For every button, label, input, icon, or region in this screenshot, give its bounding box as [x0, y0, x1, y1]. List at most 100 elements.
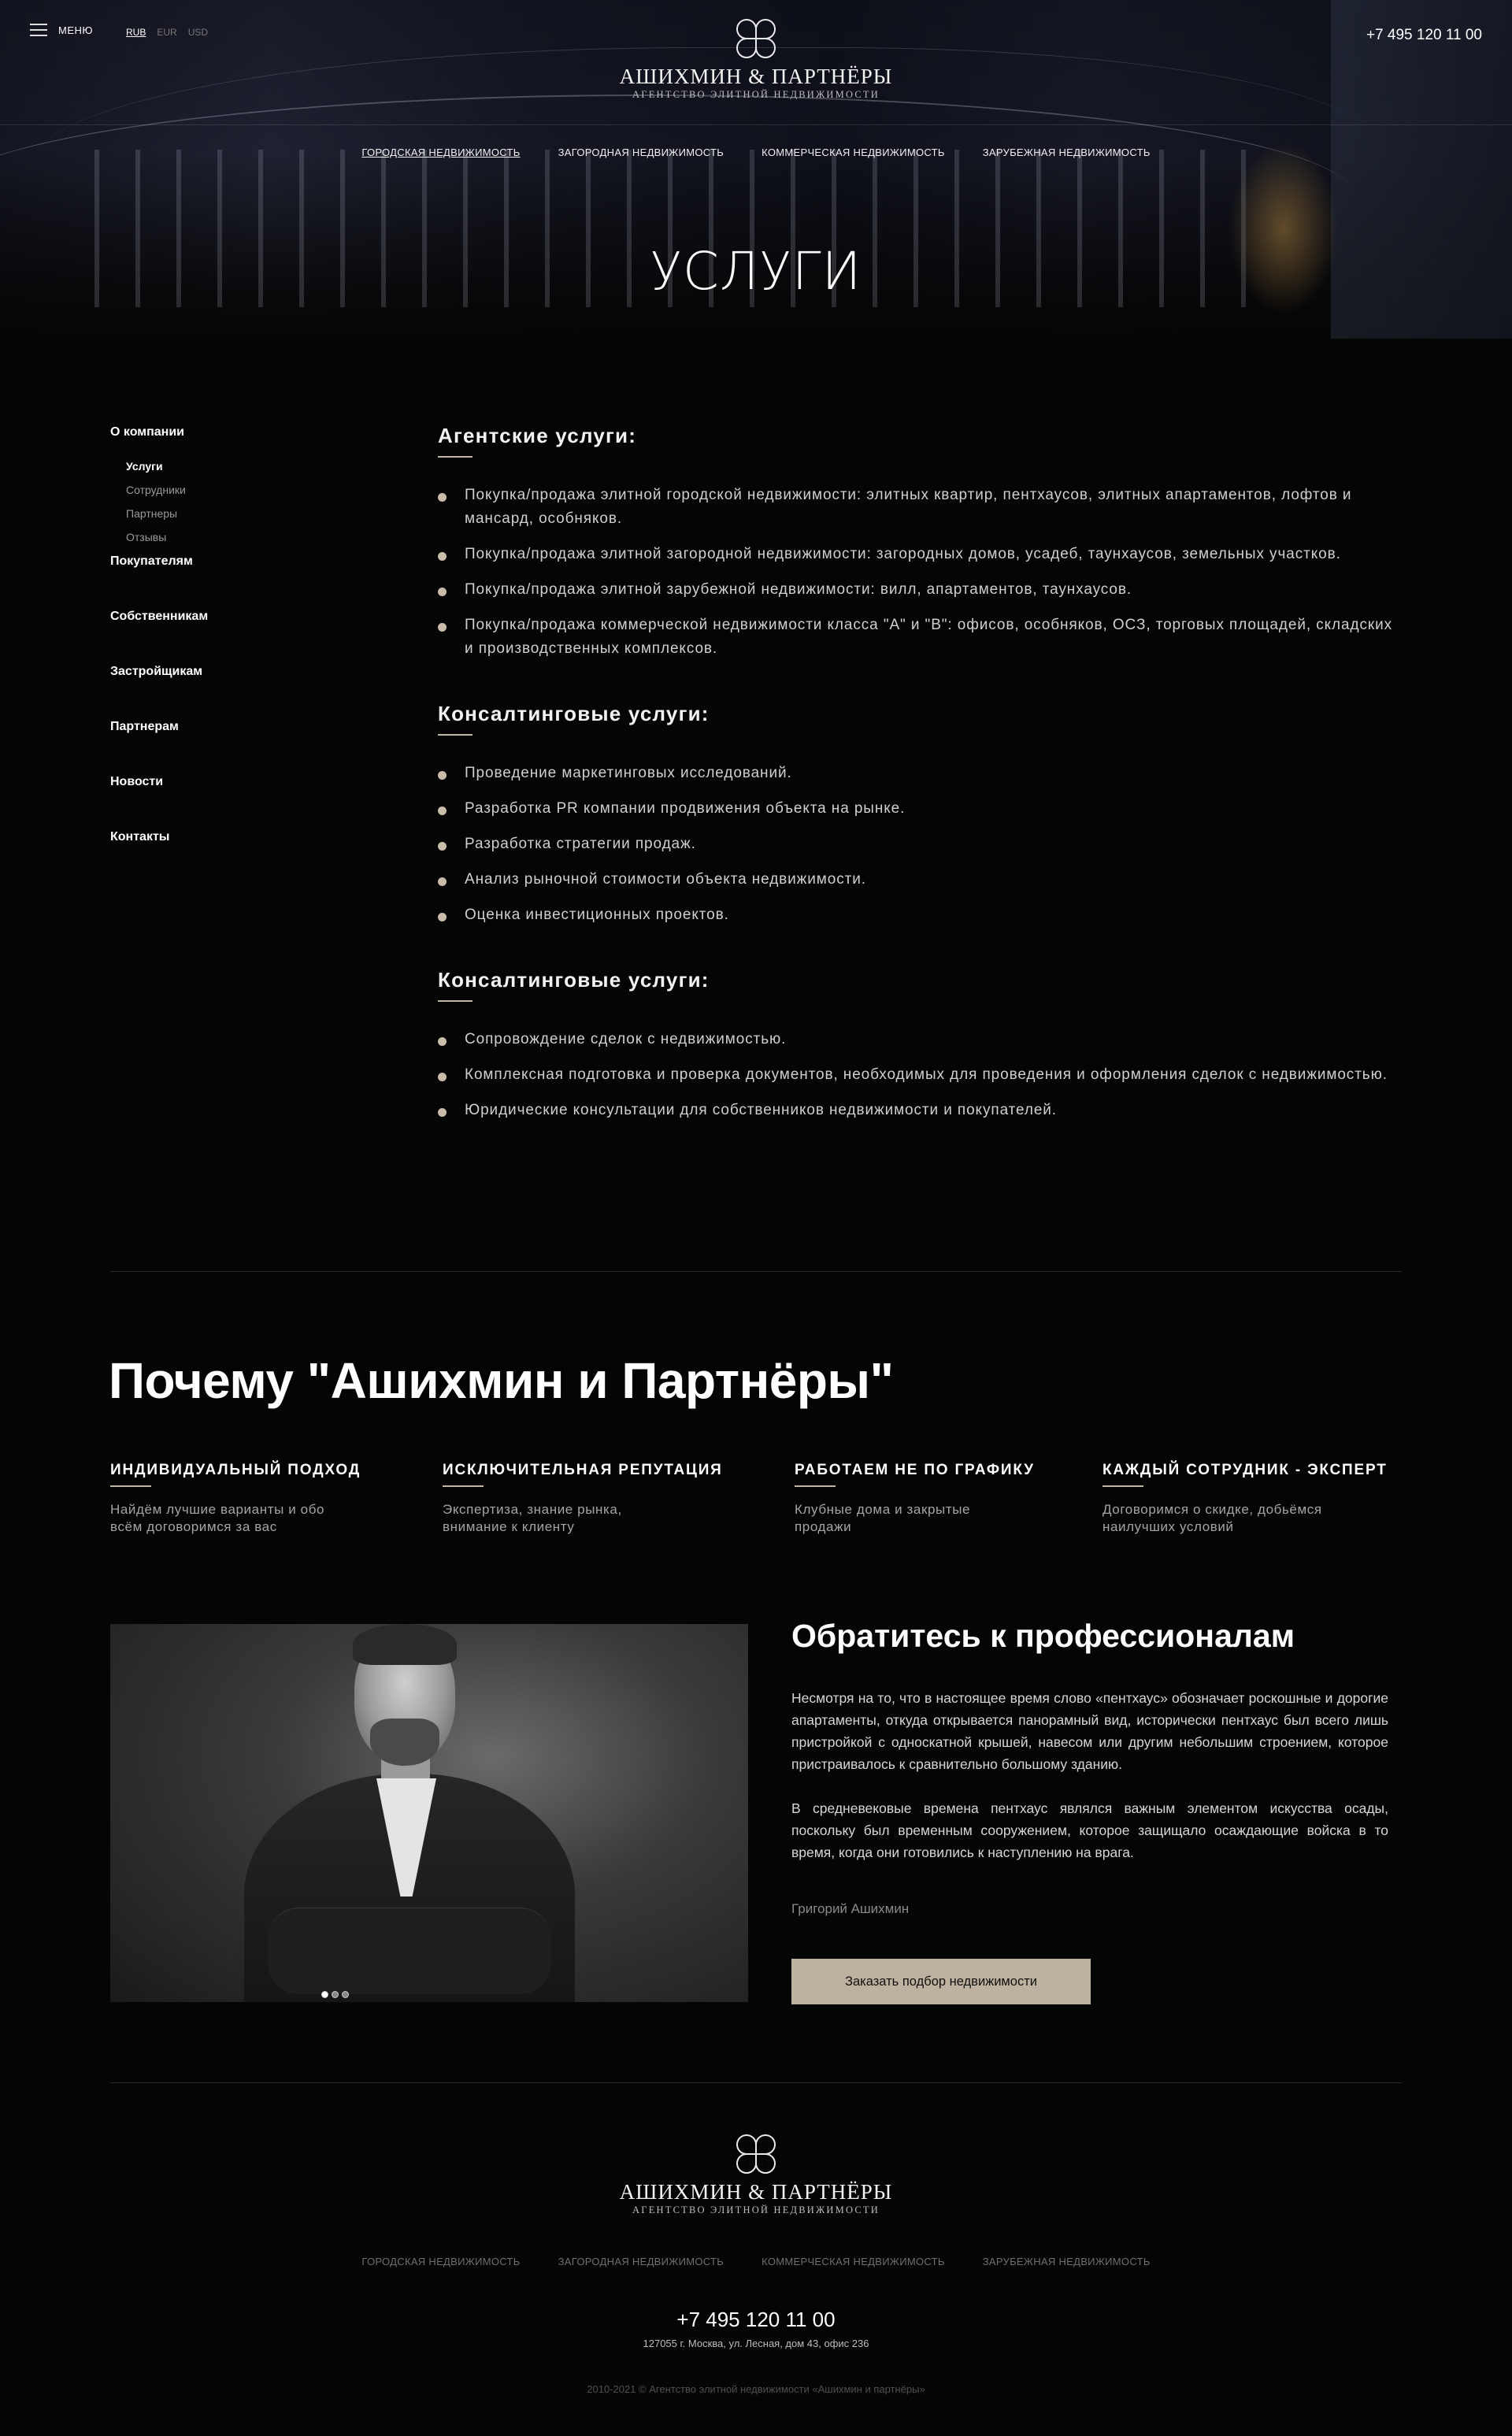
feature-description: Договоримся о скидке, добьёмся наилучших… — [1102, 1501, 1388, 1536]
footer-logo[interactable]: АШИХМИН & ПАРТНЁРЫ АГЕНТСТВО ЭЛИТНОЙ НЕД… — [598, 2133, 914, 2216]
feature-individual: ИНДИВИДУАЛЬНЫЙ ПОДХОД Найдём лучшие вари… — [110, 1462, 361, 1536]
services-list: Сопровождение сделок с недвижимостью. Ко… — [438, 1028, 1402, 1122]
footer-address: 127055 г. Москва, ул. Лесная, дом 43, оф… — [643, 2338, 869, 2349]
footer-nav-foreign-property[interactable]: ЗАРУБЕЖНАЯ НЕДВИЖИМОСТЬ — [983, 2256, 1151, 2267]
nav-city-property[interactable]: ГОРОДСКАЯ НЕДВИЖИМОСТЬ — [361, 146, 520, 158]
sidebar: О компании Услуги Сотрудники Партнеры От… — [110, 425, 346, 844]
footer-nav-country-property[interactable]: ЗАГОРОДНАЯ НЕДВИЖИМОСТЬ — [558, 2256, 724, 2267]
menu-label: МЕНЮ — [58, 24, 94, 36]
list-item: Покупка/продажа коммерческой недвижимост… — [438, 614, 1402, 661]
sidebar-item-news[interactable]: Новости — [110, 775, 346, 789]
feature-description: Экспертиза, знание рынка, внимание к кли… — [443, 1501, 723, 1536]
section-divider — [110, 2082, 1402, 2083]
list-item: Покупка/продажа элитной загородной недви… — [438, 543, 1402, 566]
list-item: Покупка/продажа элитной зарубежной недви… — [438, 578, 1402, 602]
feature-description: Клубные дома и закрытые продажи — [795, 1501, 1035, 1536]
sidebar-subitem-reviews[interactable]: Отзывы — [126, 531, 346, 543]
feature-title: ИНДИВИДУАЛЬНЫЙ ПОДХОД — [110, 1462, 361, 1487]
list-item: Оценка инвестиционных проектов. — [438, 903, 1402, 927]
slider-dots — [321, 1991, 349, 1998]
list-item: Комплексная подготовка и проверка докуме… — [438, 1063, 1402, 1087]
slider-dot[interactable] — [321, 1991, 328, 1998]
list-item: Сопровождение сделок с недвижимостью. — [438, 1028, 1402, 1051]
why-us-title: Почему "Ашихмин и Партнёры" — [109, 1352, 894, 1409]
section-title: Консалтинговые услуги: — [438, 968, 1402, 1002]
section-title: Агентские услуги: — [438, 424, 1402, 458]
feature-description: Найдём лучшие варианты и обо всём догово… — [110, 1501, 361, 1536]
pro-paragraph: Несмотря на то, что в настоящее время сл… — [791, 1690, 1388, 1772]
clover-logo-icon — [732, 17, 780, 60]
footer-nav: ГОРОДСКАЯ НЕДВИЖИМОСТЬ ЗАГОРОДНАЯ НЕДВИЖ… — [0, 2256, 1512, 2267]
pro-paragraph: В средневековые времена пентхаус являлся… — [791, 1800, 1388, 1860]
menu-button[interactable]: МЕНЮ — [30, 24, 93, 36]
sidebar-item-developers[interactable]: Застройщикам — [110, 665, 346, 679]
header-divider — [0, 124, 1512, 125]
logo-tagline: АГЕНТСТВО ЭЛИТНОЙ НЕДВИЖИМОСТИ — [632, 2204, 880, 2215]
feature-title: ИСКЛЮЧИТЕЛЬНАЯ РЕПУТАЦИЯ — [443, 1462, 723, 1487]
sidebar-item-about[interactable]: О компании — [110, 425, 346, 439]
sidebar-item-buyers[interactable]: Покупателям — [110, 554, 346, 569]
clover-logo-icon — [732, 2133, 780, 2175]
services-list: Проведение маркетинговых исследований. Р… — [438, 762, 1402, 927]
feature-line: внимание к клиенту — [443, 1519, 575, 1534]
hero-banner: МЕНЮ RUB EUR USD АШИХМИН & ПАРТНЁРЫ АГЕН… — [0, 0, 1512, 339]
services-list: Покупка/продажа элитной городской недвиж… — [438, 484, 1402, 661]
page-title: УСЛУГИ — [650, 241, 862, 302]
feature-expert: КАЖДЫЙ СОТРУДНИК - ЭКСПЕРТ Договоримся о… — [1102, 1462, 1388, 1536]
slider-dot[interactable] — [332, 1991, 339, 1998]
footer-nav-city-property[interactable]: ГОРОДСКАЯ НЕДВИЖИМОСТЬ — [361, 2256, 520, 2267]
list-item: Анализ рыночной стоимости объекта недвиж… — [438, 868, 1402, 892]
logo-name: АШИХМИН & ПАРТНЁРЫ — [619, 2180, 893, 2204]
feature-line: всём договоримся за вас — [110, 1519, 277, 1534]
feature-line: наилучших условий — [1102, 1519, 1234, 1534]
sidebar-subitem-partners[interactable]: Партнеры — [126, 507, 346, 520]
sidebar-item-partners[interactable]: Партнерам — [110, 720, 346, 734]
footer-phone[interactable]: +7 495 120 11 00 — [0, 2308, 1512, 2332]
founder-photo — [110, 1624, 748, 2002]
photo-arms — [268, 1908, 551, 1994]
feature-line: Экспертиза, знание рынка, — [443, 1502, 622, 1517]
logo-name: АШИХМИН & ПАРТНЁРЫ — [619, 65, 893, 88]
feature-line: Клубные дома и закрытые — [795, 1502, 971, 1517]
footer-copyright: 2010-2021 © Агентство элитной недвижимос… — [587, 2383, 925, 2395]
sidebar-item-owners[interactable]: Собственникам — [110, 610, 346, 624]
feature-title: РАБОТАЕМ НЕ ПО ГРАФИКУ — [795, 1462, 1035, 1487]
list-item: Проведение маркетинговых исследований. — [438, 762, 1402, 785]
nav-foreign-property[interactable]: ЗАРУБЕЖНАЯ НЕДВИЖИМОСТЬ — [983, 146, 1151, 158]
contact-pros-title: Обратитесь к профессионалам — [791, 1618, 1295, 1654]
list-item: Юридические консультации для собственник… — [438, 1099, 1402, 1122]
list-item: Покупка/продажа элитной городской недвиж… — [438, 484, 1402, 531]
slider-dot[interactable] — [342, 1991, 349, 1998]
services-content: Агентские услуги: Покупка/продажа элитно… — [438, 424, 1402, 1122]
currency-eur[interactable]: EUR — [157, 27, 176, 38]
feature-title: КАЖДЫЙ СОТРУДНИК - ЭКСПЕРТ — [1102, 1462, 1388, 1487]
services-section: Консалтинговые услуги: Проведение маркет… — [438, 702, 1402, 927]
logo[interactable]: АШИХМИН & ПАРТНЁРЫ АГЕНТСТВО ЭЛИТНОЙ НЕД… — [598, 17, 914, 101]
nav-country-property[interactable]: ЗАГОРОДНАЯ НЕДВИЖИМОСТЬ — [558, 146, 724, 158]
currency-rub[interactable]: RUB — [126, 27, 146, 38]
feature-schedule: РАБОТАЕМ НЕ ПО ГРАФИКУ Клубные дома и за… — [795, 1462, 1035, 1536]
header-phone[interactable]: +7 495 120 11 00 — [1366, 27, 1482, 44]
footer-nav-commercial-property[interactable]: КОММЕРЧЕСКАЯ НЕДВИЖИМОСТЬ — [762, 2256, 945, 2267]
sidebar-submenu: Услуги Сотрудники Партнеры Отзывы — [126, 460, 346, 543]
feature-line: Договоримся о скидке, добьёмся — [1102, 1502, 1322, 1517]
currency-switcher: RUB EUR USD — [126, 27, 208, 38]
section-divider — [110, 1271, 1402, 1272]
photo-hair — [353, 1624, 457, 1665]
sidebar-subitem-services[interactable]: Услуги — [126, 460, 346, 473]
order-selection-button[interactable]: Заказать подбор недвижимости — [791, 1959, 1091, 2004]
currency-usd[interactable]: USD — [188, 27, 208, 38]
author-name: Григорий Ашихмин — [791, 1901, 910, 1916]
main-nav: ГОРОДСКАЯ НЕДВИЖИМОСТЬ ЗАГОРОДНАЯ НЕДВИЖ… — [0, 146, 1512, 158]
sidebar-menu: Покупателям Собственникам Застройщикам П… — [110, 554, 346, 844]
logo-tagline: АГЕНТСТВО ЭЛИТНОЙ НЕДВИЖИМОСТИ — [632, 89, 880, 100]
feature-reputation: ИСКЛЮЧИТЕЛЬНАЯ РЕПУТАЦИЯ Экспертиза, зна… — [443, 1462, 723, 1536]
list-item: Разработка стратегии продаж. — [438, 832, 1402, 856]
photo-beard — [370, 1719, 439, 1766]
nav-commercial-property[interactable]: КОММЕРЧЕСКАЯ НЕДВИЖИМОСТЬ — [762, 146, 945, 158]
hamburger-icon — [30, 24, 47, 36]
services-section: Агентские услуги: Покупка/продажа элитно… — [438, 424, 1402, 661]
sidebar-subitem-staff[interactable]: Сотрудники — [126, 484, 346, 496]
sidebar-item-contacts[interactable]: Контакты — [110, 830, 346, 844]
feature-line: продажи — [795, 1519, 852, 1534]
